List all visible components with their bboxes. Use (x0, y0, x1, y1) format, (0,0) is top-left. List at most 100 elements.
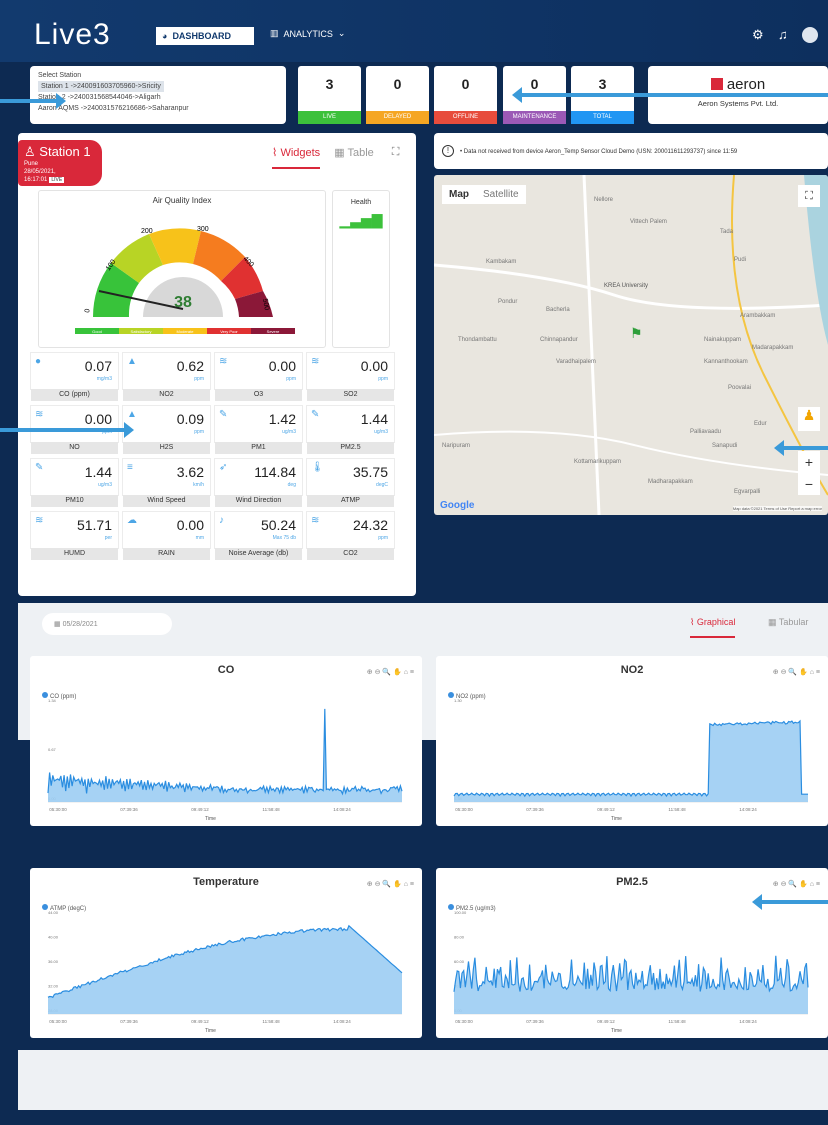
aqi-gauge: 0 100 200 300 400 500 38 Good Satisfacto… (39, 191, 327, 349)
metric-value: 50.24 (261, 517, 296, 533)
legend-label: Very Poor (220, 329, 238, 334)
x-tick-label: 09:49:12 (191, 1019, 209, 1024)
metric-name: Wind Direction (215, 495, 302, 507)
metric-unit: ppm (378, 376, 388, 382)
chart-plot: 1.340.670.0005:30:0007:39:3609:49:1211:5… (30, 656, 422, 826)
map-place-label: Bacherla (546, 307, 570, 313)
app-logo[interactable]: Live3 (34, 18, 111, 52)
metric-name: SO2 (307, 389, 394, 401)
station-option[interactable]: Station 2 ->240031568544046->Aligarh (38, 92, 278, 103)
map-place-label: Kannanthookam (704, 359, 748, 365)
stat-live[interactable]: 3 LIVE (298, 66, 361, 124)
station-select-label: Select Station (38, 70, 278, 81)
map-fullscreen-icon[interactable]: ⛶ (798, 185, 820, 207)
notice-bar: ! • Data not received from device Aeron_T… (434, 133, 828, 169)
analytics-tab[interactable]: ▥ ANALYTICS ⌄ (270, 28, 345, 39)
map-view[interactable]: Map Satellite Nellore Vittech Palem Kamba… (434, 175, 828, 515)
company-name: Aeron Systems Pvt. Ltd. (648, 99, 828, 108)
station-name: Station 1 (39, 144, 90, 159)
metric-unit: ppm (194, 429, 204, 435)
legend-label: Moderate (177, 329, 195, 334)
y-tick-label: 40.00 (48, 935, 59, 940)
map-place-label: Kottamarikuppam (574, 459, 621, 465)
stat-delayed[interactable]: 0 DELAYED (366, 66, 429, 124)
map-place-label: Varadhaipalem (556, 359, 596, 365)
tab-table[interactable]: ▦ Table (334, 146, 374, 169)
metric-unit: degC (376, 482, 388, 488)
map-place-label: Tada (720, 229, 733, 235)
no2-icon: ▲ (127, 356, 137, 367)
stat-offline[interactable]: 0 OFFLINE (434, 66, 497, 124)
y-tick-label: 100.00 (454, 910, 467, 915)
metric-name: ATMP (307, 495, 394, 507)
tab-widgets[interactable]: ⌇ Widgets (272, 146, 320, 169)
zoom-out-button[interactable]: − (798, 473, 820, 495)
map-place-label: Thondambattu (458, 337, 497, 343)
map-place-label: Kambakam (486, 259, 516, 265)
tab-graphical[interactable]: ⌇ Graphical (690, 617, 735, 638)
pegman-icon[interactable]: ♟ (798, 407, 820, 431)
metric-value: 35.75 (353, 464, 388, 480)
metric-name: CO (ppm) (31, 389, 118, 401)
dashboard-tab[interactable]: ◕ DASHBOARD (156, 27, 254, 45)
metric-unit: per (105, 535, 112, 541)
fullscreen-icon[interactable]: ⛶ (392, 146, 400, 169)
metric-value: 24.32 (353, 517, 388, 533)
stat-value: 0 (366, 76, 429, 92)
map-place-label: Pondur (498, 299, 517, 305)
bell-icon[interactable]: ♫ (778, 27, 788, 42)
metric-value: 0.07 (85, 358, 112, 374)
chart-co: CO ⊕ ⊖ 🔍 ✋ ⌂ ≡ CO (ppm) 1.340.670.0005:3… (30, 656, 422, 826)
aeron-logo-icon (711, 78, 723, 90)
aqi-value: 38 (174, 294, 192, 311)
metric-card: ≋ 0.00 ppm NO (30, 405, 119, 443)
avatar[interactable] (802, 27, 818, 43)
metric-value: 0.00 (85, 411, 112, 427)
zoom-in-button[interactable]: + (798, 451, 820, 473)
chart-no2: NO2 ⊕ ⊖ 🔍 ✋ ⌂ ≡ NO2 (ppm) 1.300.3405:30:… (436, 656, 828, 826)
station-option[interactable]: Aaron AQMS ->240031576216686->Saharanpur (38, 103, 278, 114)
gear-icon[interactable]: ⚙ (752, 27, 764, 43)
metric-card: ▲ 0.62 ppm NO2 (122, 352, 211, 390)
rain-icon: ☁ (127, 515, 137, 526)
map-place-label: Pudi (734, 257, 746, 263)
stat-value: 3 (571, 76, 634, 92)
stat-label: LIVE (298, 111, 361, 124)
so2-icon: ≋ (311, 356, 319, 367)
callout-arrow (758, 900, 828, 904)
date-picker[interactable]: ▦ 05/28/2021 (42, 613, 172, 635)
metric-name: PM2.5 (307, 442, 394, 454)
thermometer-icon: 🌡 (311, 462, 324, 473)
health-title: Health (333, 199, 389, 206)
metric-name: H2S (123, 442, 210, 454)
metric-name: PM10 (31, 495, 118, 507)
map-place-label: Nellore (594, 197, 613, 203)
tab-tabular[interactable]: ▦ Tabular (768, 617, 808, 628)
x-tick-label: 05:30:00 (455, 1019, 473, 1024)
metric-unit: ug/m3 (98, 482, 112, 488)
map-button[interactable]: Map (442, 185, 476, 204)
chart-plot: 1.300.3405:30:0007:39:3609:49:1211:58:48… (436, 656, 828, 826)
metric-unit: Max 75 db (273, 535, 296, 541)
satellite-button[interactable]: Satellite (476, 185, 526, 204)
dashboard-icon: ◕ (162, 31, 167, 41)
gauge-tick: 300 (197, 226, 209, 233)
chart-temperature: Temperature ⊕ ⊖ 🔍 ✋ ⌂ ≡ ATMP (degC) 44.0… (30, 868, 422, 1038)
x-tick-label: 07:39:36 (526, 1019, 544, 1024)
metric-name: NO (31, 442, 118, 454)
metric-unit: ppm (286, 376, 296, 382)
live-badge: LIVE (49, 177, 64, 183)
metric-unit: mm (196, 535, 204, 541)
stat-label: DELAYED (366, 111, 429, 124)
metric-value: 0.09 (177, 411, 204, 427)
tab-tabular-label: Tabular (779, 617, 809, 627)
x-tick-label: 05:30:00 (49, 807, 67, 812)
metric-card: ♪ 50.24 Max 75 db Noise Average (db) (214, 511, 303, 549)
aqi-gauge-card: Air Quality Index 0 100 200 300 400 500 … (38, 190, 326, 348)
tab-widgets-label: Widgets (280, 147, 320, 159)
station-option-selected[interactable]: Station 1 ->240091603705960->Sricity (38, 81, 164, 92)
tab-table-label: Table (347, 147, 373, 159)
map-place-label: Poovalai (728, 385, 751, 391)
google-logo: Google (440, 500, 474, 511)
station-marker-icon[interactable]: ⚑ (630, 325, 643, 342)
